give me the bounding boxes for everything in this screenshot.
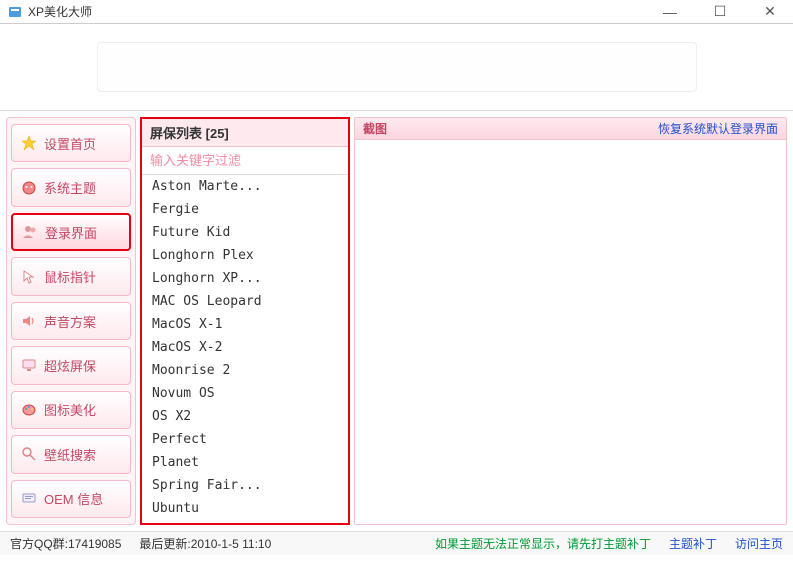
sidebar-item-label: 声音方案 xyxy=(44,312,96,331)
list-item[interactable]: Planet xyxy=(142,451,348,474)
sidebar-item-home[interactable]: 设置首页 xyxy=(11,124,131,162)
users-icon xyxy=(21,223,39,241)
last-update-label: 最后更新:2010-1-5 11:10 xyxy=(139,535,271,552)
qq-group-label: 官方QQ群:17419085 xyxy=(10,535,121,552)
sidebar-item-label: 鼠标指针 xyxy=(44,267,96,286)
list-panel: 屏保列表 [25] Aston Marte...FergieFuture Kid… xyxy=(140,117,350,525)
screenshot-label: 截图 xyxy=(363,120,387,137)
star-icon xyxy=(20,134,38,152)
monkey-icon xyxy=(20,179,38,197)
sidebar-item-cursor[interactable]: 鼠标指针 xyxy=(11,257,131,295)
sidebar-item-sound[interactable]: 声音方案 xyxy=(11,302,131,340)
sidebar-item-theme[interactable]: 系统主题 xyxy=(11,168,131,206)
list-header: 屏保列表 [25] xyxy=(142,119,348,147)
list-item[interactable]: Aston Marte... xyxy=(142,175,348,198)
list-item[interactable]: MAC OS Leopard xyxy=(142,290,348,313)
list-item[interactable]: OS X2 xyxy=(142,405,348,428)
list-container[interactable]: Aston Marte...FergieFuture KidLonghorn P… xyxy=(142,175,348,523)
list-item[interactable]: Longhorn Plex xyxy=(142,244,348,267)
sidebar-item-label: 超炫屏保 xyxy=(44,356,96,375)
minimize-button[interactable]: — xyxy=(655,2,685,22)
warning-text: 如果主题无法正常显示，请先打主题补丁 xyxy=(435,535,651,552)
sidebar-item-icon[interactable]: 图标美化 xyxy=(11,391,131,429)
sidebar-item-label: 系统主题 xyxy=(44,178,96,197)
list-item[interactable]: Future Kid xyxy=(142,221,348,244)
list-item[interactable]: MacOS X-1 xyxy=(142,313,348,336)
list-item[interactable]: Spring Fair... xyxy=(142,474,348,497)
search-icon xyxy=(20,445,38,463)
sidebar-item-label: OEM 信息 xyxy=(44,489,103,508)
sidebar-item-wallpaper[interactable]: 壁纸搜索 xyxy=(11,435,131,473)
list-header-label: 屏保列表 xyxy=(150,126,202,141)
list-item[interactable]: Vista MCE xyxy=(142,520,348,523)
sidebar-item-label: 壁纸搜索 xyxy=(44,445,96,464)
list-header-count: [25] xyxy=(206,126,229,141)
info-icon xyxy=(20,490,38,508)
list-item[interactable]: Novum OS xyxy=(142,382,348,405)
list-item[interactable]: Ubuntu xyxy=(142,497,348,520)
sidebar-item-label: 登录界面 xyxy=(45,223,97,242)
palette-icon xyxy=(20,401,38,419)
filter-input[interactable] xyxy=(142,147,348,175)
main-area: 设置首页 系统主题 登录界面 鼠标指针 声音方案 超炫屏保 图标美化 壁纸搜索 xyxy=(0,111,793,531)
sidebar-item-screensaver[interactable]: 超炫屏保 xyxy=(11,346,131,384)
banner-area xyxy=(0,24,793,111)
sidebar-item-oem[interactable]: OEM 信息 xyxy=(11,480,131,518)
sidebar-item-label: 图标美化 xyxy=(44,400,96,419)
window-controls: — ☐ ✕ xyxy=(655,2,785,22)
sidebar: 设置首页 系统主题 登录界面 鼠标指针 声音方案 超炫屏保 图标美化 壁纸搜索 xyxy=(6,117,136,525)
monitor-icon xyxy=(20,356,38,374)
app-icon xyxy=(8,5,22,19)
home-link[interactable]: 访问主页 xyxy=(735,535,783,552)
statusbar: 官方QQ群:17419085 最后更新:2010-1-5 11:10 如果主题无… xyxy=(0,531,793,555)
preview-content xyxy=(355,140,786,524)
logo-placeholder xyxy=(97,42,697,92)
restore-default-link[interactable]: 恢复系统默认登录界面 xyxy=(658,120,778,137)
titlebar: XP美化大师 — ☐ ✕ xyxy=(0,0,793,24)
cursor-icon xyxy=(20,268,38,286)
sidebar-item-login[interactable]: 登录界面 xyxy=(11,213,131,252)
preview-panel: 截图 恢复系统默认登录界面 xyxy=(354,117,787,525)
maximize-button[interactable]: ☐ xyxy=(705,2,735,22)
preview-header: 截图 恢复系统默认登录界面 xyxy=(355,118,786,140)
speaker-icon xyxy=(20,312,38,330)
list-item[interactable]: Longhorn XP... xyxy=(142,267,348,290)
list-item[interactable]: Perfect xyxy=(142,428,348,451)
window-title: XP美化大师 xyxy=(28,3,655,20)
sidebar-item-label: 设置首页 xyxy=(44,134,96,153)
list-item[interactable]: Moonrise 2 xyxy=(142,359,348,382)
list-item[interactable]: MacOS X-2 xyxy=(142,336,348,359)
patch-link[interactable]: 主题补丁 xyxy=(669,535,717,552)
list-item[interactable]: Fergie xyxy=(142,198,348,221)
close-button[interactable]: ✕ xyxy=(755,2,785,22)
